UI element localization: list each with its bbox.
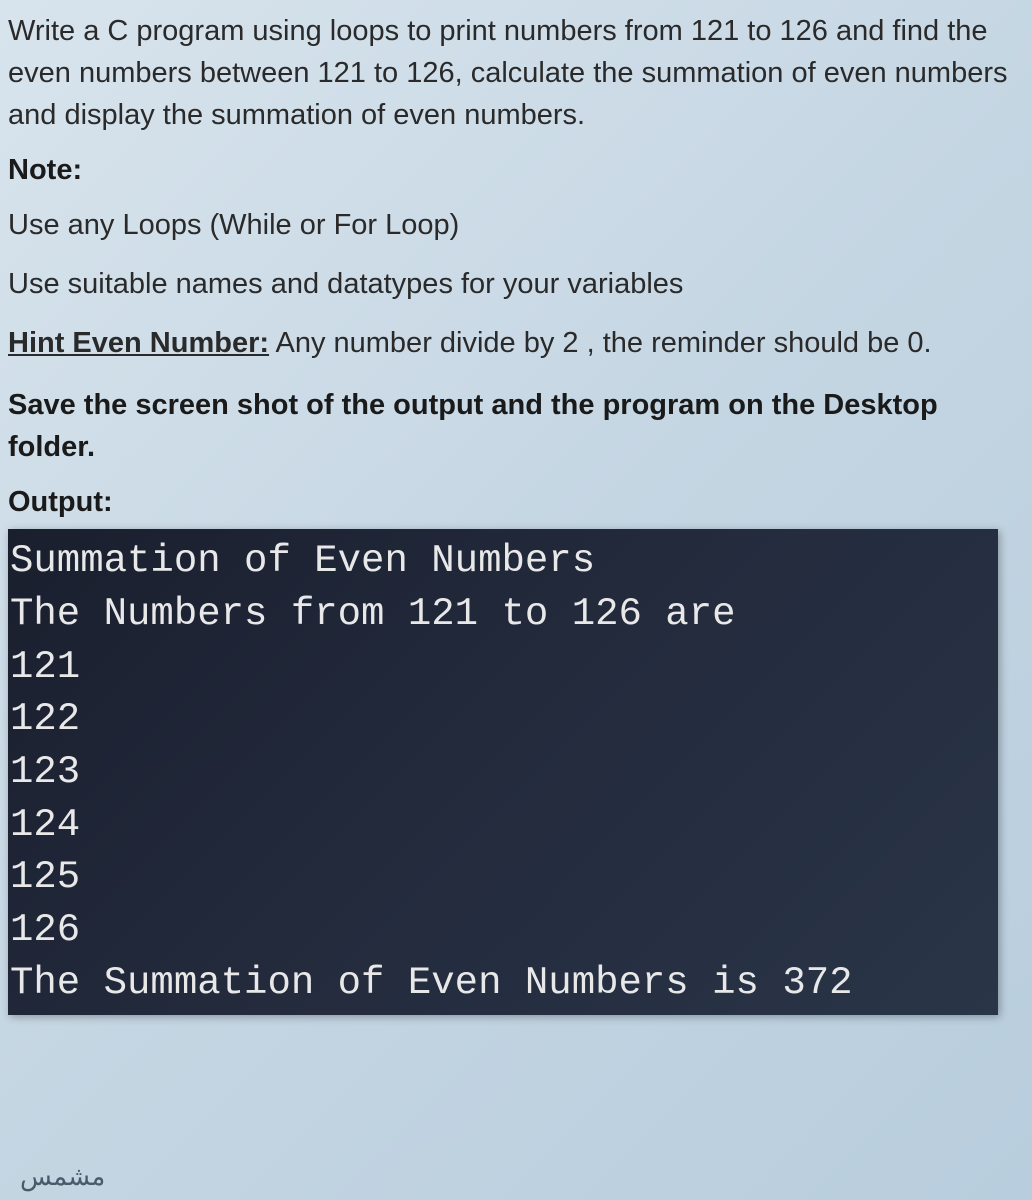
instruction-loops: Use any Loops (While or For Loop) (8, 205, 1012, 246)
arabic-watermark: مشمس (20, 1161, 105, 1192)
terminal-line: Summation of Even Numbers (10, 535, 998, 588)
question-text: Write a C program using loops to print n… (8, 10, 1012, 136)
instruction-variables: Use suitable names and datatypes for you… (8, 264, 1012, 305)
document-content: Write a C program using loops to print n… (8, 10, 1012, 1015)
terminal-output: Summation of Even Numbers The Numbers fr… (8, 529, 998, 1015)
save-instruction: Save the screen shot of the output and t… (8, 384, 1012, 468)
terminal-line: The Summation of Even Numbers is 372 (10, 957, 998, 1010)
hint-body: Any number divide by 2 , the reminder sh… (269, 327, 932, 359)
terminal-line: 121 (10, 641, 998, 694)
hint-label: Hint Even Number: (8, 327, 269, 359)
terminal-line: 125 (10, 851, 998, 904)
terminal-line: 124 (10, 799, 998, 852)
terminal-line: The Numbers from 121 to 126 are (10, 588, 998, 641)
terminal-line: 122 (10, 693, 998, 746)
output-heading: Output: (8, 486, 1012, 519)
terminal-line: 126 (10, 904, 998, 957)
terminal-line: 123 (10, 746, 998, 799)
hint-text: Hint Even Number: Any number divide by 2… (8, 322, 1012, 364)
note-heading: Note: (8, 154, 1012, 187)
